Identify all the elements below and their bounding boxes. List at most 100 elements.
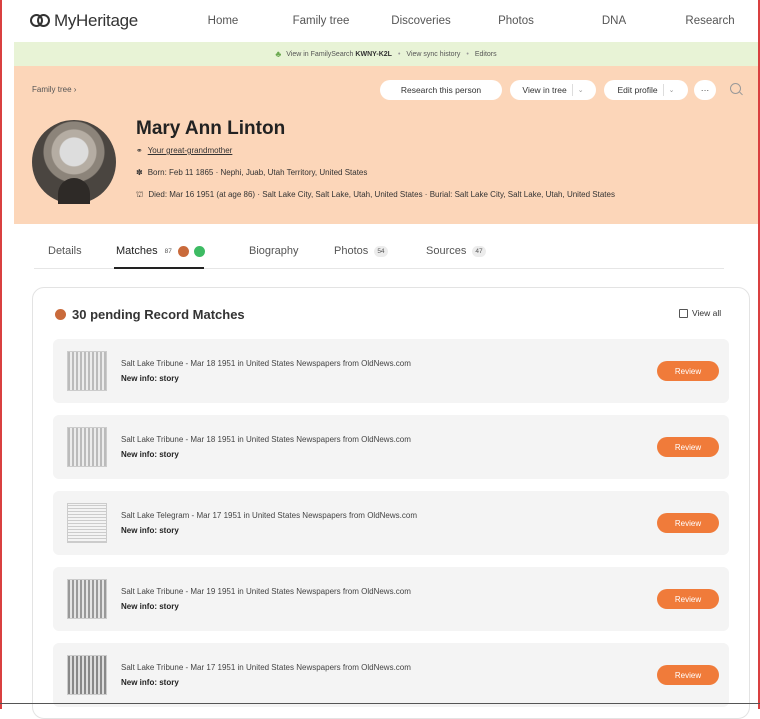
- nav-items: Home Family tree Discoveries Photos DNA …: [180, 15, 758, 27]
- chevron-down-icon[interactable]: ⌄: [669, 86, 675, 94]
- card-title: 30 pending Record Matches: [55, 307, 245, 322]
- edit-profile-button[interactable]: Edit profile ⌄: [604, 80, 688, 100]
- more-icon: ···: [700, 85, 710, 95]
- new-info-value: story: [159, 450, 179, 459]
- record-new-info: New info: story: [121, 602, 179, 611]
- record-matches-card: 30 pending Record Matches View all Salt …: [32, 287, 750, 719]
- tab-biography[interactable]: Biography: [249, 245, 299, 257]
- newspaper-thumbnail[interactable]: [67, 503, 107, 543]
- view-sync-history-link[interactable]: View sync history: [406, 51, 460, 58]
- record-match-icon: [55, 309, 66, 320]
- tab-sources-label: Sources: [426, 245, 467, 257]
- view-in-tree-label: View in tree: [522, 85, 567, 95]
- view-in-familysearch-text: View in FamilySearch: [286, 50, 354, 58]
- record-match-row[interactable]: Salt Lake Tribune - Mar 18 1951 in Unite…: [53, 339, 729, 403]
- logo-icon: [30, 13, 52, 29]
- view-in-tree-button[interactable]: View in tree ⌄: [510, 80, 596, 100]
- record-new-info: New info: story: [121, 678, 179, 687]
- review-button[interactable]: Review: [657, 361, 719, 381]
- photos-count: 54: [374, 245, 388, 257]
- bottom-divider: [0, 703, 760, 704]
- review-button[interactable]: Review: [657, 589, 719, 609]
- new-info-label: New info:: [121, 450, 157, 459]
- record-match-row[interactable]: Salt Lake Tribune - Mar 19 1951 in Unite…: [53, 567, 729, 631]
- death-info: ⛫ Died: Mar 16 1951 (at age 86) · Salt La…: [136, 190, 615, 200]
- new-info-label: New info:: [121, 374, 157, 383]
- record-match-row[interactable]: Salt Lake Telegram - Mar 17 1951 in Unit…: [53, 491, 729, 555]
- person-name: Mary Ann Linton: [136, 118, 286, 139]
- familysearch-id: KWNY-K2L: [355, 50, 392, 58]
- record-title[interactable]: Salt Lake Tribune - Mar 17 1951 in Unite…: [121, 663, 411, 672]
- research-this-person-button[interactable]: Research this person: [380, 80, 502, 100]
- smart-matches-icon: [194, 245, 205, 257]
- record-matches-icon: [177, 245, 189, 257]
- top-navigation: MyHeritage Home Family tree Discoveries …: [14, 0, 758, 42]
- new-info-value: story: [159, 374, 179, 383]
- new-info-label: New info:: [121, 602, 157, 611]
- tab-matches[interactable]: Matches 87: [116, 245, 205, 257]
- familysearch-sync-bar: ♣ View in FamilySearch KWNY-K2L • View s…: [14, 42, 758, 66]
- newspaper-thumbnail[interactable]: [67, 351, 107, 391]
- search-icon[interactable]: [730, 83, 741, 94]
- profile-photo[interactable]: [32, 120, 116, 204]
- birth-info: ✽ Born: Feb 11 1865 · Nephi, Juab, Utah T…: [136, 168, 367, 177]
- relationship-link[interactable]: ⚭ Your great-grandmother: [136, 146, 232, 155]
- newspaper-thumbnail[interactable]: [67, 579, 107, 619]
- familysearch-tree-icon: ♣: [275, 49, 282, 59]
- research-this-person-label: Research this person: [400, 85, 482, 95]
- death-icon: ⛫: [136, 190, 144, 199]
- review-button[interactable]: Review: [657, 513, 719, 533]
- edit-profile-label: Edit profile: [617, 85, 658, 95]
- new-info-value: story: [159, 678, 179, 687]
- active-tab-indicator: [114, 267, 204, 269]
- record-new-info: New info: story: [121, 374, 179, 383]
- record-title[interactable]: Salt Lake Tribune - Mar 18 1951 in Unite…: [121, 435, 411, 444]
- nav-photos[interactable]: Photos: [466, 15, 566, 27]
- record-match-row[interactable]: Salt Lake Tribune - Mar 18 1951 in Unite…: [53, 415, 729, 479]
- record-new-info: New info: story: [121, 450, 179, 459]
- view-in-familysearch-link[interactable]: View in FamilySearch KWNY-K2L: [286, 51, 392, 58]
- nav-dna[interactable]: DNA: [566, 15, 662, 27]
- review-button[interactable]: Review: [657, 437, 719, 457]
- tab-photos-label: Photos: [334, 245, 369, 257]
- tab-details[interactable]: Details: [48, 245, 82, 257]
- profile-tabs: Details Matches 87 Biography Photos 54 S…: [34, 232, 724, 269]
- record-title[interactable]: Salt Lake Telegram - Mar 17 1951 in Unit…: [121, 511, 417, 520]
- profile-header: Family tree › Research this person View …: [14, 66, 758, 224]
- record-title[interactable]: Salt Lake Tribune - Mar 19 1951 in Unite…: [121, 587, 411, 596]
- nav-home[interactable]: Home: [180, 15, 266, 27]
- nav-family-tree[interactable]: Family tree: [266, 15, 376, 27]
- external-link-icon: [679, 308, 688, 318]
- more-options-button[interactable]: ···: [694, 80, 716, 100]
- chevron-down-icon[interactable]: ⌄: [578, 86, 584, 94]
- myheritage-logo[interactable]: MyHeritage: [30, 11, 138, 31]
- newspaper-thumbnail[interactable]: [67, 427, 107, 467]
- new-info-value: story: [159, 526, 179, 535]
- record-new-info: New info: story: [121, 526, 179, 535]
- nav-research[interactable]: Research: [662, 15, 758, 27]
- breadcrumb[interactable]: Family tree ›: [32, 85, 76, 94]
- matches-count: 87: [164, 247, 172, 255]
- button-divider: [571, 84, 573, 96]
- new-info-label: New info:: [121, 678, 157, 687]
- tab-matches-label: Matches: [116, 245, 158, 257]
- review-button[interactable]: Review: [657, 665, 719, 685]
- button-divider: [662, 84, 664, 96]
- view-all-link[interactable]: View all: [679, 308, 721, 318]
- record-title[interactable]: Salt Lake Tribune - Mar 18 1951 in Unite…: [121, 359, 411, 368]
- record-match-row[interactable]: Salt Lake Tribune - Mar 17 1951 in Unite…: [53, 643, 729, 707]
- nav-discoveries[interactable]: Discoveries: [376, 15, 466, 27]
- card-title-text: 30 pending Record Matches: [72, 307, 245, 322]
- death-text: Died: Mar 16 1951 (at age 86) · Salt Lak…: [148, 190, 615, 199]
- newspaper-thumbnail[interactable]: [67, 655, 107, 695]
- tab-sources[interactable]: Sources 47: [426, 245, 486, 257]
- tab-photos[interactable]: Photos 54: [334, 245, 388, 257]
- separator-dot: •: [397, 50, 401, 58]
- relationship-text: Your great-grandmother: [147, 146, 233, 155]
- editors-link[interactable]: Editors: [475, 51, 497, 58]
- separator-dot: •: [466, 50, 469, 58]
- brand-name: MyHeritage: [54, 11, 138, 30]
- view-all-label: View all: [692, 308, 722, 318]
- sources-count: 47: [472, 245, 486, 257]
- birth-icon: ✽: [136, 168, 143, 177]
